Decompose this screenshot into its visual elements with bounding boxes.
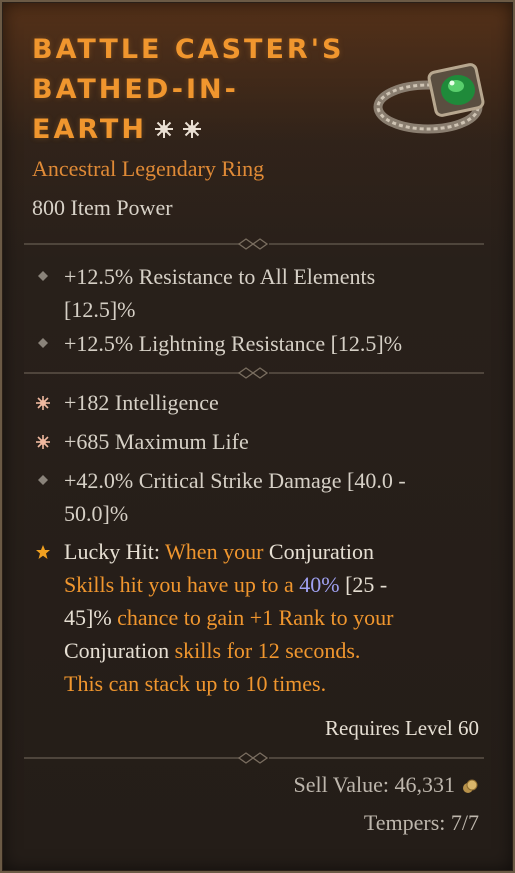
- gold-coin-icon: [463, 779, 478, 793]
- aspect-range: 45]%: [64, 605, 112, 630]
- star-icon: [36, 545, 50, 559]
- aspect-line-2: Skills hit you have up to a 40% [25 -: [64, 568, 479, 601]
- implicit-affix: +12.5% Resistance to All Elements [12.5]…: [64, 260, 474, 326]
- aspect-range: [25 -: [339, 572, 388, 597]
- affix-maximum-life: +685 Maximum Life: [64, 429, 249, 454]
- aspect-text: When your: [159, 539, 269, 564]
- affix-line: 50.0]%: [64, 501, 129, 526]
- skill-tag: Conjuration: [268, 539, 375, 564]
- affix-line: +42.0% Critical Strike Damage [40.0 -: [64, 468, 406, 493]
- item-name-line-3: Earth: [32, 110, 362, 150]
- greater-affix-icon: [182, 120, 201, 138]
- divider: [24, 752, 484, 764]
- item-name-line-3-text: Earth: [32, 114, 147, 145]
- ring-item-icon: [373, 63, 485, 134]
- aspect-line-5: This can stack up to 10 times.: [64, 667, 479, 700]
- aspect-text: Skills hit you have up to a: [64, 572, 300, 597]
- diamond-bullet-icon: [38, 271, 48, 281]
- affix-line: +12.5% Resistance to All Elements: [64, 264, 376, 289]
- item-name-line-1: Battle Caster's: [32, 34, 345, 65]
- required-level: Requires Level 60: [325, 716, 479, 740]
- item-name-line-2: Bathed-in-: [32, 74, 239, 105]
- item-power: 800 Item Power: [32, 195, 173, 220]
- skill-tag: Conjuration: [64, 638, 170, 663]
- item-tooltip: Battle Caster's Bathed-in- Earth: [0, 0, 515, 873]
- aspect-line-1: Lucky Hit: When your Conjuration: [64, 535, 479, 568]
- diamond-bullet-icon: [38, 338, 48, 348]
- item-type: Ancestral Legendary Ring: [32, 156, 265, 181]
- affix-line: [12.5]%: [64, 297, 136, 322]
- tempers-count: Tempers: 7/7: [363, 810, 479, 835]
- aspect-text: This can stack up to 10 times.: [64, 671, 327, 696]
- affix-critical-strike: +42.0% Critical Strike Damage [40.0 - 50…: [64, 464, 474, 530]
- item-name: Battle Caster's Bathed-in- Earth: [32, 30, 362, 150]
- legendary-aspect: Lucky Hit: When your Conjuration Skills …: [64, 535, 479, 700]
- affix-intelligence: +182 Intelligence: [64, 390, 219, 415]
- aspect-line-3: 45]% chance to gain +1 Rank to your: [64, 601, 479, 634]
- diamond-bullet-icon: [38, 475, 48, 485]
- aspect-text: skills for 12 seconds.: [169, 638, 361, 663]
- aspect-value: 40%: [299, 572, 340, 597]
- lucky-hit-label: Lucky Hit:: [64, 539, 160, 564]
- affix-line: +12.5% Lightning Resistance [12.5]%: [64, 331, 403, 356]
- implicit-affix: +12.5% Lightning Resistance [12.5]%: [64, 327, 474, 360]
- sell-value: Sell Value: 46,331: [293, 772, 455, 797]
- divider: [24, 367, 484, 379]
- greater-affix-icon: [36, 435, 50, 449]
- aspect-text: chance to gain +1 Rank to your: [111, 605, 394, 630]
- greater-affix-icon: [154, 120, 173, 138]
- divider: [24, 238, 484, 250]
- greater-affix-icon: [36, 396, 50, 410]
- aspect-line-4: Conjuration skills for 12 seconds.: [64, 634, 479, 667]
